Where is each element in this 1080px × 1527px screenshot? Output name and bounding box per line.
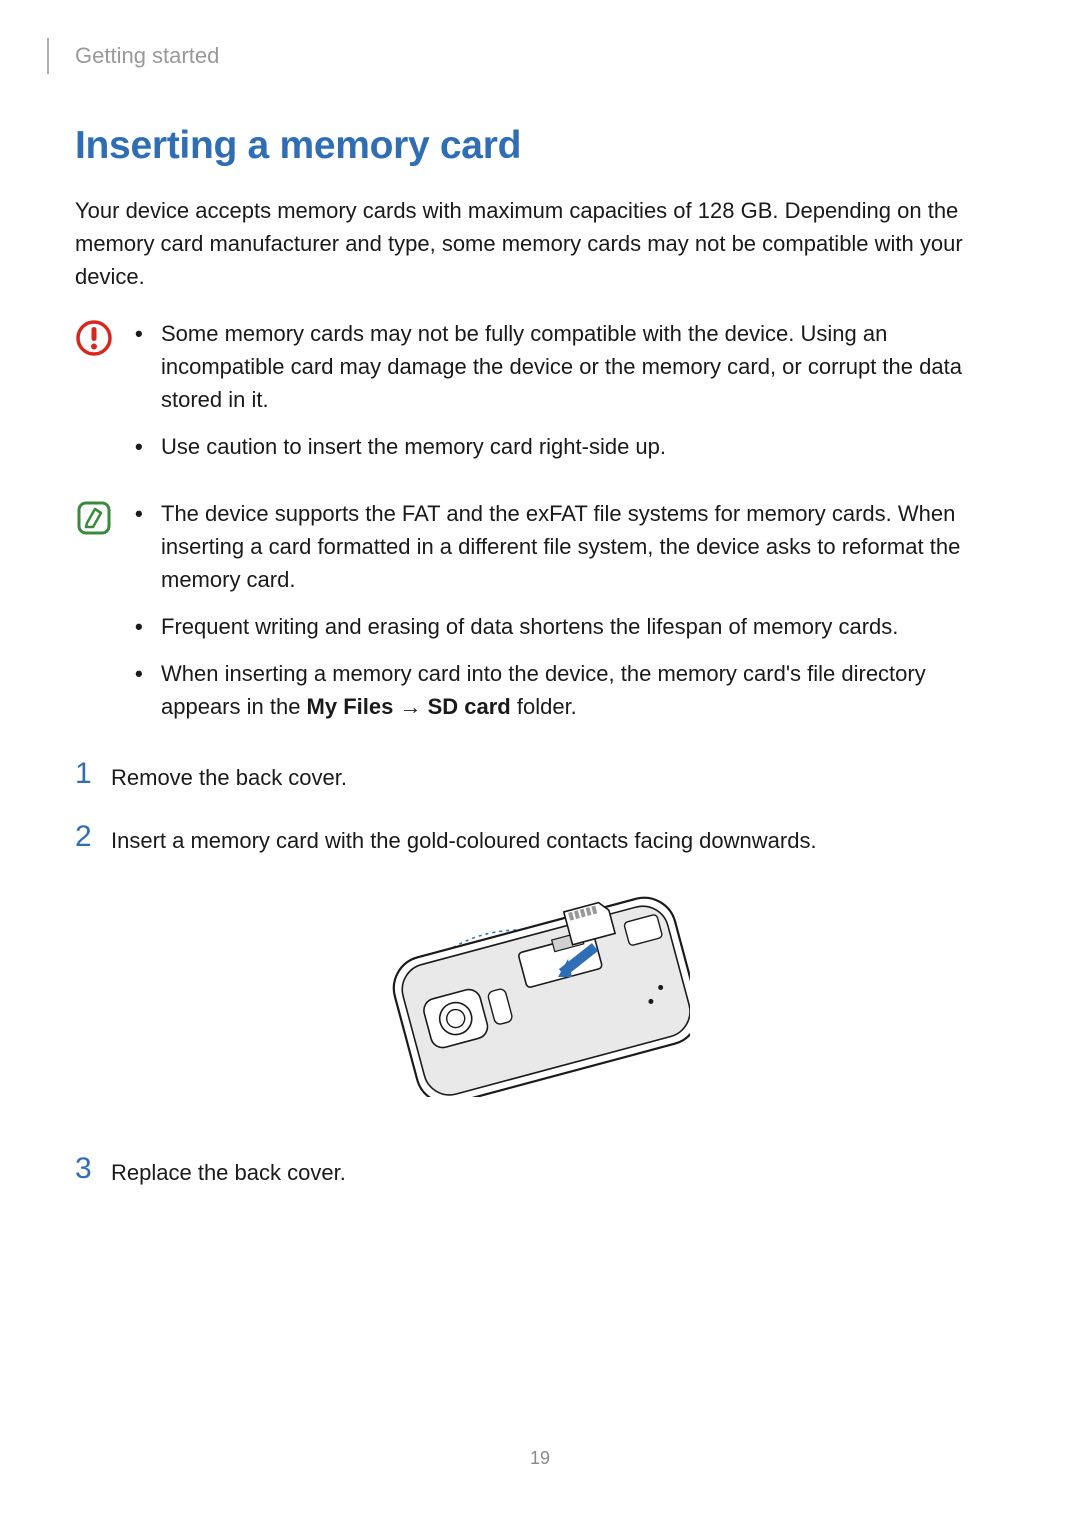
step-3: 3 Replace the back cover.: [75, 1152, 1005, 1189]
warning-item: • Some memory cards may not be fully com…: [135, 317, 1005, 416]
step-number: 1: [75, 757, 111, 790]
page-header: Getting started: [75, 38, 1005, 74]
note-text: The device supports the FAT and the exFA…: [161, 497, 1005, 596]
step-number: 3: [75, 1152, 111, 1185]
bullet-marker: •: [135, 610, 161, 643]
step-text: Replace the back cover.: [111, 1152, 1005, 1189]
bullet-marker: •: [135, 657, 161, 690]
header-divider: [47, 38, 49, 74]
step-text: Remove the back cover.: [111, 757, 1005, 794]
bullet-marker: •: [135, 497, 161, 530]
warning-text: Some memory cards may not be fully compa…: [161, 317, 1005, 416]
intro-paragraph: Your device accepts memory cards with ma…: [75, 194, 1005, 293]
warning-item: • Use caution to insert the memory card …: [135, 430, 1005, 463]
note-item: • When inserting a memory card into the …: [135, 657, 1005, 723]
note-suffix: folder.: [511, 694, 577, 719]
warning-icon: [75, 317, 135, 362]
page-number: 19: [0, 1448, 1080, 1469]
step-text: Insert a memory card with the gold-colou…: [111, 820, 1005, 857]
note-bold-my-files: My Files: [307, 694, 394, 719]
instruction-illustration: [75, 887, 1005, 1102]
note-text: When inserting a memory card into the de…: [161, 657, 1005, 723]
note-icon: [75, 497, 135, 542]
step-number: 2: [75, 820, 111, 853]
note-bold-sd-card: SD card: [428, 694, 511, 719]
bullet-marker: •: [135, 317, 161, 350]
note-text: Frequent writing and erasing of data sho…: [161, 610, 1005, 643]
arrow-icon: →: [393, 694, 427, 719]
step-1: 1 Remove the back cover.: [75, 757, 1005, 794]
bullet-marker: •: [135, 430, 161, 463]
note-callout: • The device supports the FAT and the ex…: [75, 497, 1005, 737]
note-item: • The device supports the FAT and the ex…: [135, 497, 1005, 596]
warning-callout: • Some memory cards may not be fully com…: [75, 317, 1005, 477]
note-item: • Frequent writing and erasing of data s…: [135, 610, 1005, 643]
section-label: Getting started: [75, 43, 219, 69]
page-title: Inserting a memory card: [75, 124, 1005, 168]
warning-text: Use caution to insert the memory card ri…: [161, 430, 1005, 463]
step-2: 2 Insert a memory card with the gold-col…: [75, 820, 1005, 857]
